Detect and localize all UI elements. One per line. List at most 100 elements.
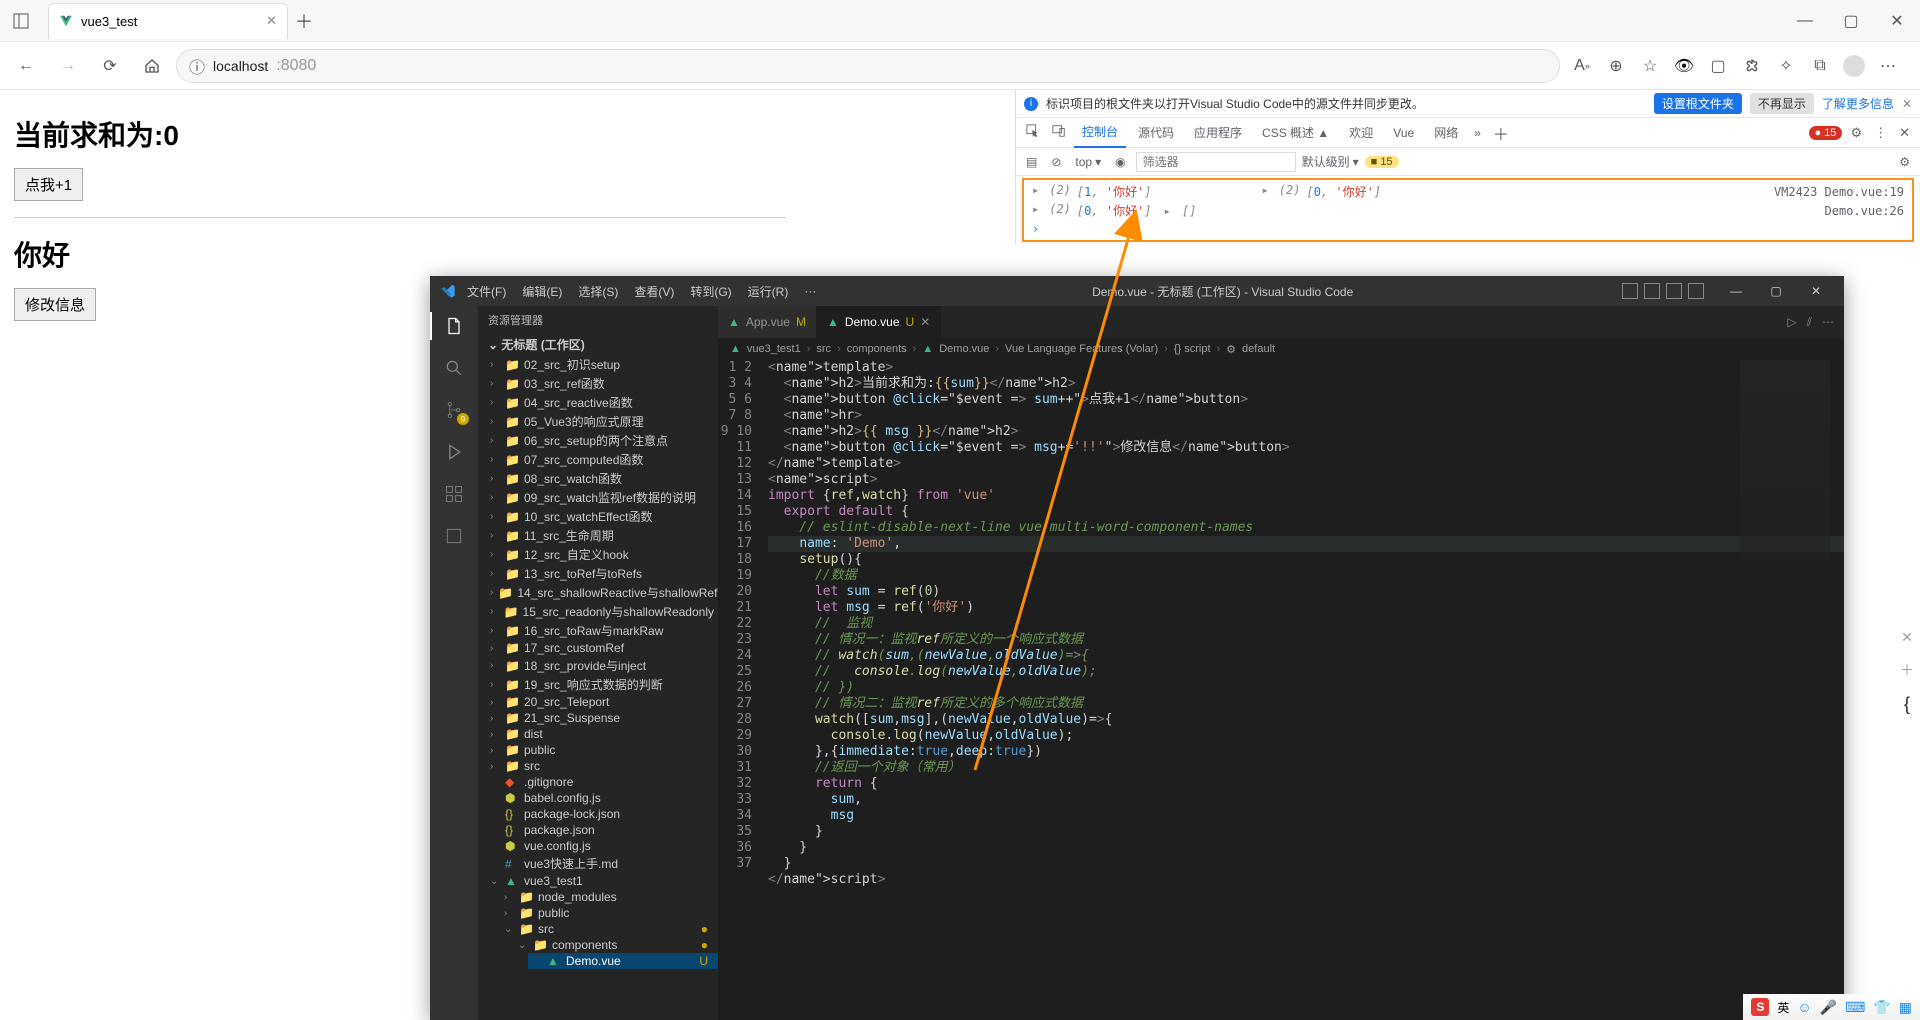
tab-welcome[interactable]: 欢迎 — [1341, 118, 1381, 147]
tree-file-pkglock[interactable]: {}package-lock.json — [486, 806, 718, 822]
tree-folder-public[interactable]: ›📁public — [486, 742, 718, 758]
expand-icon[interactable]: ▸ — [1262, 183, 1269, 200]
filter-input[interactable] — [1136, 152, 1296, 172]
expand-icon[interactable]: ▸ — [1164, 204, 1171, 218]
rail-close-icon[interactable]: ✕ — [1901, 629, 1913, 646]
tree-folder-src2[interactable]: ⌄📁src● — [500, 921, 718, 937]
tree-folder-src[interactable]: ›📁src — [486, 758, 718, 774]
expand-icon[interactable]: ▸ — [1032, 202, 1039, 219]
tree-folder[interactable]: ›📁12_src_自定义hook — [486, 545, 718, 564]
tree-file-gitignore[interactable]: ◆.gitignore — [486, 774, 718, 790]
context-selector[interactable]: top ▾ — [1071, 155, 1105, 169]
ime-skin-icon[interactable]: 👕 — [1873, 999, 1890, 1016]
editor-run-icon[interactable]: ▷ — [1787, 315, 1796, 330]
workspace-root[interactable]: ⌄ 无标题 (工作区) — [478, 334, 718, 355]
scm-icon[interactable]: 9 — [442, 398, 466, 422]
address-bar[interactable]: ⓘ localhost:8080 — [176, 49, 1560, 83]
tab-css[interactable]: CSS 概述 ▲ — [1254, 118, 1337, 147]
editor-more-icon[interactable]: ⋯ — [1822, 315, 1834, 330]
learn-more-link[interactable]: 了解更多信息 — [1822, 95, 1894, 112]
console-prompt[interactable]: › — [1024, 220, 1912, 238]
read-aloud-icon[interactable]: A» — [1566, 48, 1598, 84]
tab-sources[interactable]: 源代码 — [1130, 118, 1182, 147]
site-info-icon[interactable]: ⓘ — [189, 54, 205, 78]
tree-folder[interactable]: ›📁14_src_shallowReactive与shallowRef — [486, 583, 718, 602]
tree-folder[interactable]: ›📁03_src_ref函数 — [486, 374, 718, 393]
editor-tab-app[interactable]: ▲ App.vue M — [718, 306, 817, 338]
tree-file-demo[interactable]: ▲Demo.vueU — [528, 953, 718, 969]
debug-icon[interactable] — [442, 440, 466, 464]
clear-console-icon[interactable]: ⊘ — [1047, 155, 1065, 169]
menu-run[interactable]: 运行(R) — [741, 283, 796, 300]
tree-folder[interactable]: ›📁04_src_reactive函数 — [486, 393, 718, 412]
tab-close-icon[interactable]: ✕ — [266, 13, 277, 29]
menu-icon[interactable]: ⋯ — [1872, 48, 1904, 84]
vscode-minimize-icon[interactable]: — — [1716, 276, 1756, 306]
menu-go[interactable]: 转到(G) — [683, 283, 738, 300]
tab-app[interactable]: 应用程序 — [1186, 118, 1250, 147]
extension3-icon[interactable]: ⧉ — [1804, 48, 1836, 84]
modify-button[interactable]: 修改信息 — [14, 288, 96, 321]
tree-folder[interactable]: ›📁19_src_响应式数据的判断 — [486, 675, 718, 694]
tabs-add-icon[interactable]: ＋ — [1489, 121, 1513, 145]
ime-kb-icon[interactable]: ⌨ — [1845, 999, 1865, 1016]
collections-icon[interactable]: ▢ — [1702, 48, 1734, 84]
inspect-icon[interactable] — [1022, 124, 1044, 141]
tree-file-babel[interactable]: ⬢babel.config.js — [486, 790, 718, 806]
tree-folder[interactable]: ›📁07_src_computed函数 — [486, 450, 718, 469]
tree-file-vueconfig[interactable]: ⬢vue.config.js — [486, 838, 718, 854]
settings-icon[interactable]: ⚙ — [1846, 125, 1866, 141]
device-icon[interactable] — [1048, 124, 1070, 141]
tab-console[interactable]: 控制台 — [1074, 117, 1126, 148]
ime-mic-icon[interactable]: 🎤 — [1820, 999, 1837, 1016]
profile-icon[interactable] — [1838, 48, 1870, 84]
tree-folder-components[interactable]: ⌄📁components● — [514, 937, 718, 953]
ime-tool-icon[interactable]: ▦ — [1899, 999, 1912, 1016]
tree-folder[interactable]: ›📁20_src_Teleport — [486, 694, 718, 710]
collections-eye-icon[interactable]: 👁 — [1668, 48, 1700, 84]
editor-tab-demo[interactable]: ▲ Demo.vue U ✕ — [817, 306, 941, 338]
menu-view[interactable]: 查看(V) — [627, 283, 681, 300]
issue-badge[interactable]: ■ 15 — [1365, 156, 1399, 168]
rail-add-icon[interactable]: ＋ — [1900, 660, 1914, 680]
explorer-icon[interactable] — [442, 314, 466, 338]
source-link[interactable]: Demo.vue:26 — [1825, 204, 1904, 218]
tree-folder[interactable]: ›📁11_src_生命周期 — [486, 526, 718, 545]
favorite-icon[interactable]: ☆ — [1634, 48, 1666, 84]
infobar-close-icon[interactable]: ✕ — [1902, 97, 1912, 111]
vscode-close-icon[interactable]: ✕ — [1796, 276, 1836, 306]
layout-icons[interactable] — [1622, 283, 1704, 299]
tree-folder[interactable]: ›📁13_src_toRef与toRefs — [486, 564, 718, 583]
refresh-icon[interactable]: ⟳ — [92, 48, 128, 84]
extensions-icon[interactable] — [442, 482, 466, 506]
tabs-more-icon[interactable]: » — [1470, 126, 1485, 140]
extension2-icon[interactable]: ✧ — [1770, 48, 1802, 84]
tree-folder[interactable]: ›📁15_src_readonly与shallowReadonly — [486, 602, 718, 621]
tree-folder-dist[interactable]: ›📁dist — [486, 726, 718, 742]
level-selector[interactable]: 默认级别 ▾ — [1302, 153, 1359, 170]
ime-emoji-icon[interactable]: ☺ — [1797, 999, 1811, 1015]
tree-folder[interactable]: ›📁09_src_watch监视ref数据的说明 — [486, 488, 718, 507]
code-editor[interactable]: 1 2 3 4 5 6 7 8 9 10 11 12 13 14 15 16 1… — [718, 360, 1844, 1020]
tree-file-readme[interactable]: #vue3快速上手.md — [486, 854, 718, 873]
back-icon[interactable]: ← — [8, 48, 44, 84]
minimap[interactable] — [1740, 360, 1830, 560]
tree-folder[interactable]: ›📁02_src_初识setup — [486, 355, 718, 374]
remote-icon[interactable] — [442, 524, 466, 548]
source-link[interactable]: VM2423 Demo.vue:19 — [1774, 185, 1904, 199]
tree-folder[interactable]: ›📁08_src_watch函数 — [486, 469, 718, 488]
devtools-menu-icon[interactable]: ⋮ — [1870, 125, 1891, 141]
dismiss-button[interactable]: 不再显示 — [1750, 93, 1814, 114]
menu-file[interactable]: 文件(F) — [460, 283, 513, 300]
search-icon[interactable] — [442, 356, 466, 380]
breadcrumb[interactable]: ▲ vue3_test1› src› components› ▲Demo.vue… — [718, 338, 1844, 360]
tab-vue[interactable]: Vue — [1385, 120, 1422, 146]
set-root-button[interactable]: 设置根文件夹 — [1654, 93, 1742, 114]
ime-bar[interactable]: S 英 ☺ 🎤 ⌨ 👕 ▦ — [1743, 994, 1920, 1020]
close-icon[interactable]: ✕ — [1874, 0, 1920, 42]
sogou-icon[interactable]: S — [1751, 998, 1769, 1016]
tree-file-pkg[interactable]: {}package.json — [486, 822, 718, 838]
console-settings-icon[interactable]: ⚙ — [1895, 155, 1914, 169]
tree-folder[interactable]: ›📁17_src_customRef — [486, 640, 718, 656]
maximize-icon[interactable]: ▢ — [1828, 0, 1874, 42]
